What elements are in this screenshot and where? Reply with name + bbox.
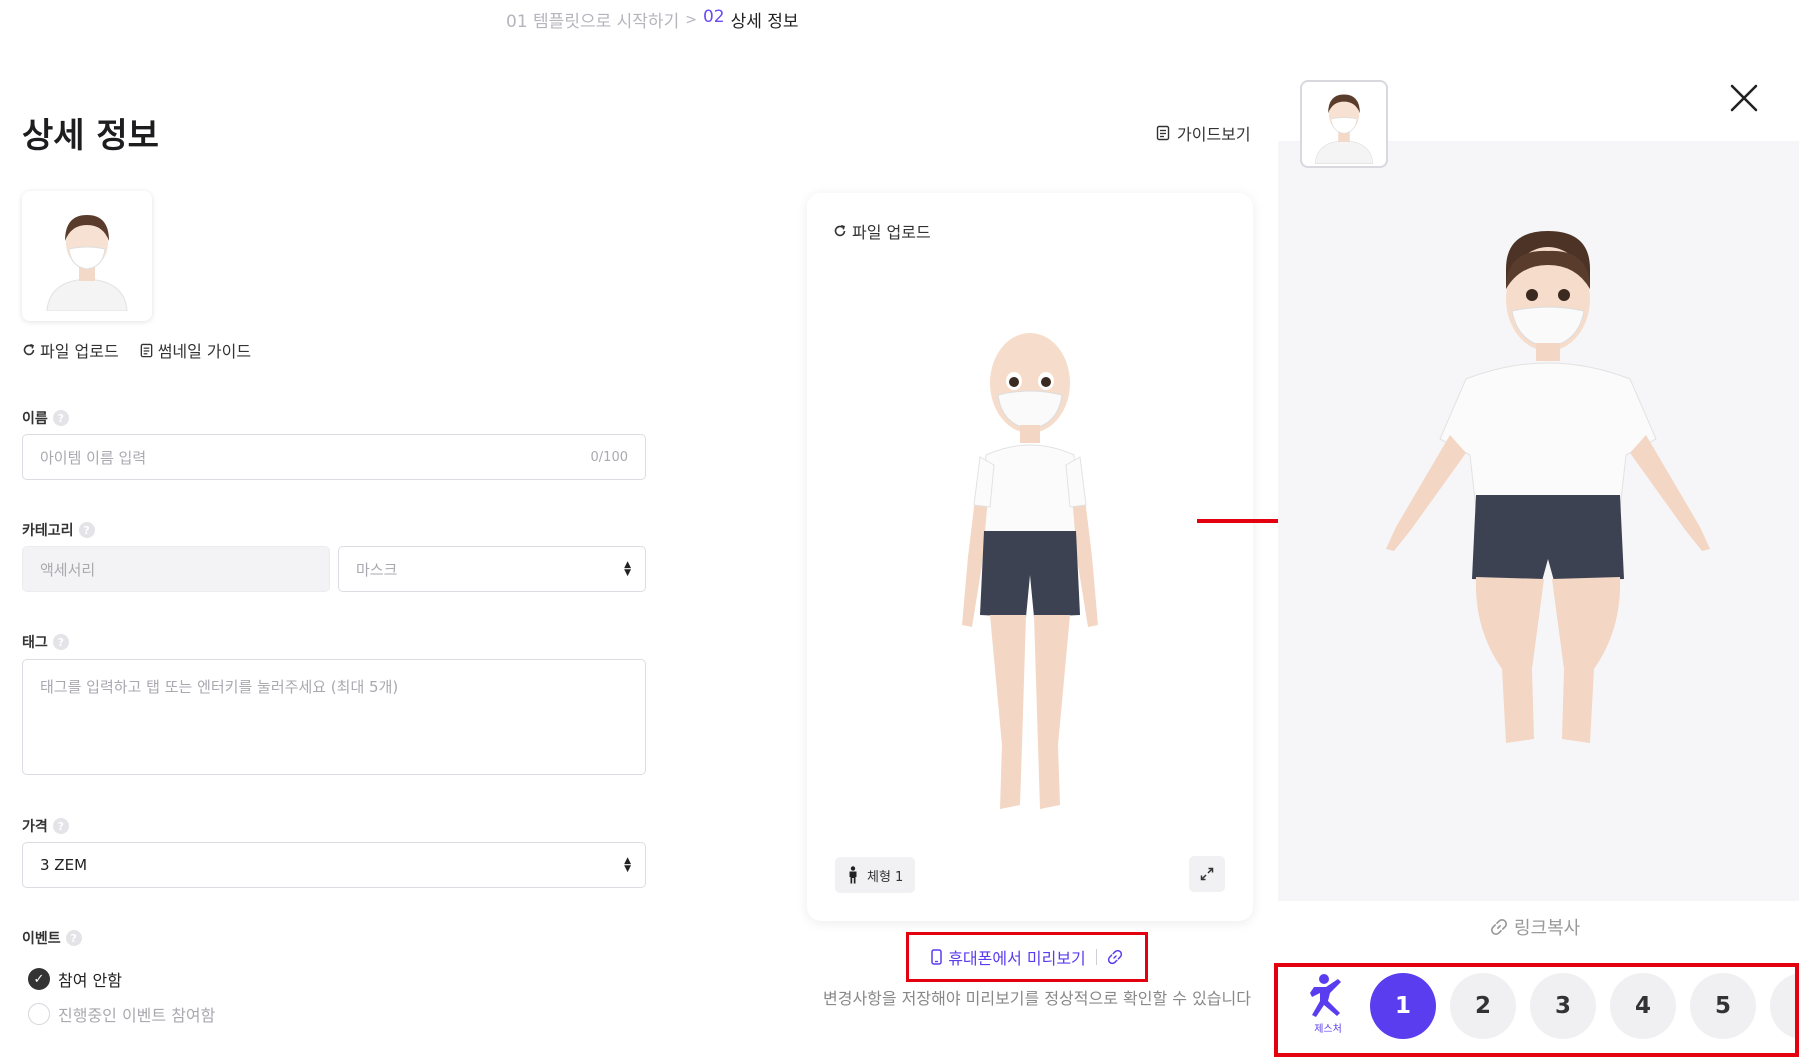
category-primary-value: 액세서리 (40, 560, 96, 579)
close-icon[interactable] (1728, 82, 1760, 114)
gesture-label: 제스처 (1314, 1024, 1342, 1035)
avatar-preview-image (962, 333, 1098, 809)
link-icon[interactable] (1107, 949, 1123, 965)
gesture-button[interactable]: 제스처 (1298, 973, 1358, 1035)
event-option-none[interactable]: ✓ 참여 안함 (28, 967, 122, 991)
divider (1095, 949, 1097, 965)
mobile-preview-panel (1278, 141, 1799, 901)
price-label-text: 가격 (22, 819, 48, 835)
breadcrumb-step1-num: 01 (506, 12, 528, 32)
event-option-participate[interactable]: 진행중인 이벤트 참여함 (28, 1002, 215, 1026)
thumbnail-guide-label: 썸네일 가이드 (157, 342, 252, 361)
avatar-thumbnail-image (46, 215, 128, 311)
link-copy-label: 링크복사 (1514, 918, 1581, 939)
pose-button-5[interactable]: 5 (1690, 973, 1756, 1039)
breadcrumb-step2: 02 상세 정보 (703, 7, 799, 32)
breadcrumb-step2-label: 상세 정보 (730, 12, 799, 32)
category-label-text: 카테고리 (22, 523, 74, 539)
body-type-label: 체형 1 (867, 869, 904, 885)
preview-note: 변경사항을 저장해야 미리보기를 정상적으로 확인할 수 있습니다 (823, 989, 1251, 1008)
thumbnail-guide-button[interactable]: 썸네일 가이드 (139, 338, 251, 362)
refresh-icon (834, 224, 846, 237)
select-arrows-icon: ▲ ▼ (624, 560, 631, 578)
help-icon[interactable]: ? (52, 818, 69, 834)
preview-upload-label: 파일 업로드 (852, 223, 931, 242)
body-type-button[interactable]: 체형 1 (835, 857, 916, 893)
pose-selector: 제스처 1 2 3 4 5 (1274, 963, 1799, 1057)
thumbnail-actions: 파일 업로드 썸네일 가이드 (22, 338, 251, 362)
help-icon[interactable]: ? (52, 634, 69, 650)
tags-label: 태그 ? (22, 632, 69, 652)
breadcrumb-step2-num: 02 (702, 7, 725, 27)
name-label-text: 이름 (22, 411, 48, 427)
name-char-counter: 0/100 (590, 449, 628, 465)
category-secondary-select[interactable]: 마스크 ▲ ▼ (338, 546, 646, 592)
phone-preview-label: 휴대폰에서 미리보기 (948, 949, 1086, 968)
person-icon (849, 866, 857, 884)
link-icon (1490, 918, 1508, 936)
name-label: 이름 ? (22, 408, 69, 428)
tags-placeholder: 태그를 입력하고 탭 또는 엔터키를 눌러주세요 (최대 5개) (40, 678, 399, 696)
breadcrumb-step1[interactable]: 01 템플릿으로 시작하기 (506, 7, 679, 32)
avatar-thumbnail-image (1314, 94, 1374, 164)
category-primary-select: 액세서리 (22, 546, 330, 592)
preview-thumbnail[interactable] (1300, 80, 1388, 168)
name-input[interactable]: 아이템 이름 입력 0/100 (22, 434, 646, 480)
radio-unchecked-icon (28, 1003, 50, 1025)
event-label-text: 이벤트 (22, 931, 61, 947)
phone-preview-button[interactable]: 휴대폰에서 미리보기 (931, 945, 1086, 969)
price-select[interactable]: 3 ZEM ▲ ▼ (22, 842, 646, 888)
price-label: 가격 ? (22, 816, 69, 836)
expand-icon (1200, 867, 1214, 881)
help-icon[interactable]: ? (78, 522, 95, 538)
help-icon[interactable]: ? (52, 410, 69, 426)
document-icon (1156, 125, 1170, 141)
breadcrumb-step1-label: 템플릿으로 시작하기 (533, 12, 680, 32)
help-icon[interactable]: ? (65, 930, 82, 946)
event-label: 이벤트 ? (22, 928, 82, 948)
pose-button-2[interactable]: 2 (1450, 973, 1516, 1039)
pose-button-1[interactable]: 1 (1370, 973, 1436, 1039)
avatar-large-preview (1386, 231, 1710, 743)
name-input-placeholder: 아이템 이름 입력 (40, 448, 147, 467)
guide-link[interactable]: 가이드보기 (1155, 121, 1251, 145)
thumbnail-upload-button[interactable]: 파일 업로드 (22, 338, 119, 362)
thumbnail-upload-label: 파일 업로드 (40, 342, 119, 361)
preview-upload-button[interactable]: 파일 업로드 (833, 219, 931, 243)
event-option-none-label: 참여 안함 (58, 971, 122, 990)
pose-button-4[interactable]: 4 (1610, 973, 1676, 1039)
category-label: 카테고리 ? (22, 520, 95, 540)
link-copy-button[interactable]: 링크복사 (1490, 914, 1580, 940)
gesture-icon (1310, 974, 1341, 1017)
document-icon (140, 343, 152, 357)
preview-card: 파일 업로드 체형 1 (807, 193, 1253, 921)
select-arrows-icon: ▲ ▼ (624, 856, 631, 874)
tags-label-text: 태그 (22, 635, 48, 651)
expand-button[interactable] (1189, 856, 1225, 892)
pose-button-more[interactable] (1770, 973, 1795, 1039)
price-value: 3 ZEM (40, 856, 88, 874)
breadcrumb: 01 템플릿으로 시작하기 > 02 상세 정보 (506, 7, 799, 32)
phone-preview-highlight: 휴대폰에서 미리보기 (906, 932, 1148, 982)
refresh-icon (23, 343, 35, 356)
phone-icon (931, 949, 942, 965)
pose-button-3[interactable]: 3 (1530, 973, 1596, 1039)
check-icon: ✓ (28, 968, 50, 990)
breadcrumb-separator: > (685, 11, 697, 28)
tags-textarea[interactable]: 태그를 입력하고 탭 또는 엔터키를 눌러주세요 (최대 5개) (22, 659, 646, 775)
item-thumbnail (22, 191, 152, 321)
event-option-participate-label: 진행중인 이벤트 참여함 (58, 1006, 216, 1025)
guide-link-label: 가이드보기 (1177, 125, 1251, 144)
category-secondary-value: 마스크 (356, 560, 398, 579)
page-title: 상세 정보 (22, 116, 159, 156)
